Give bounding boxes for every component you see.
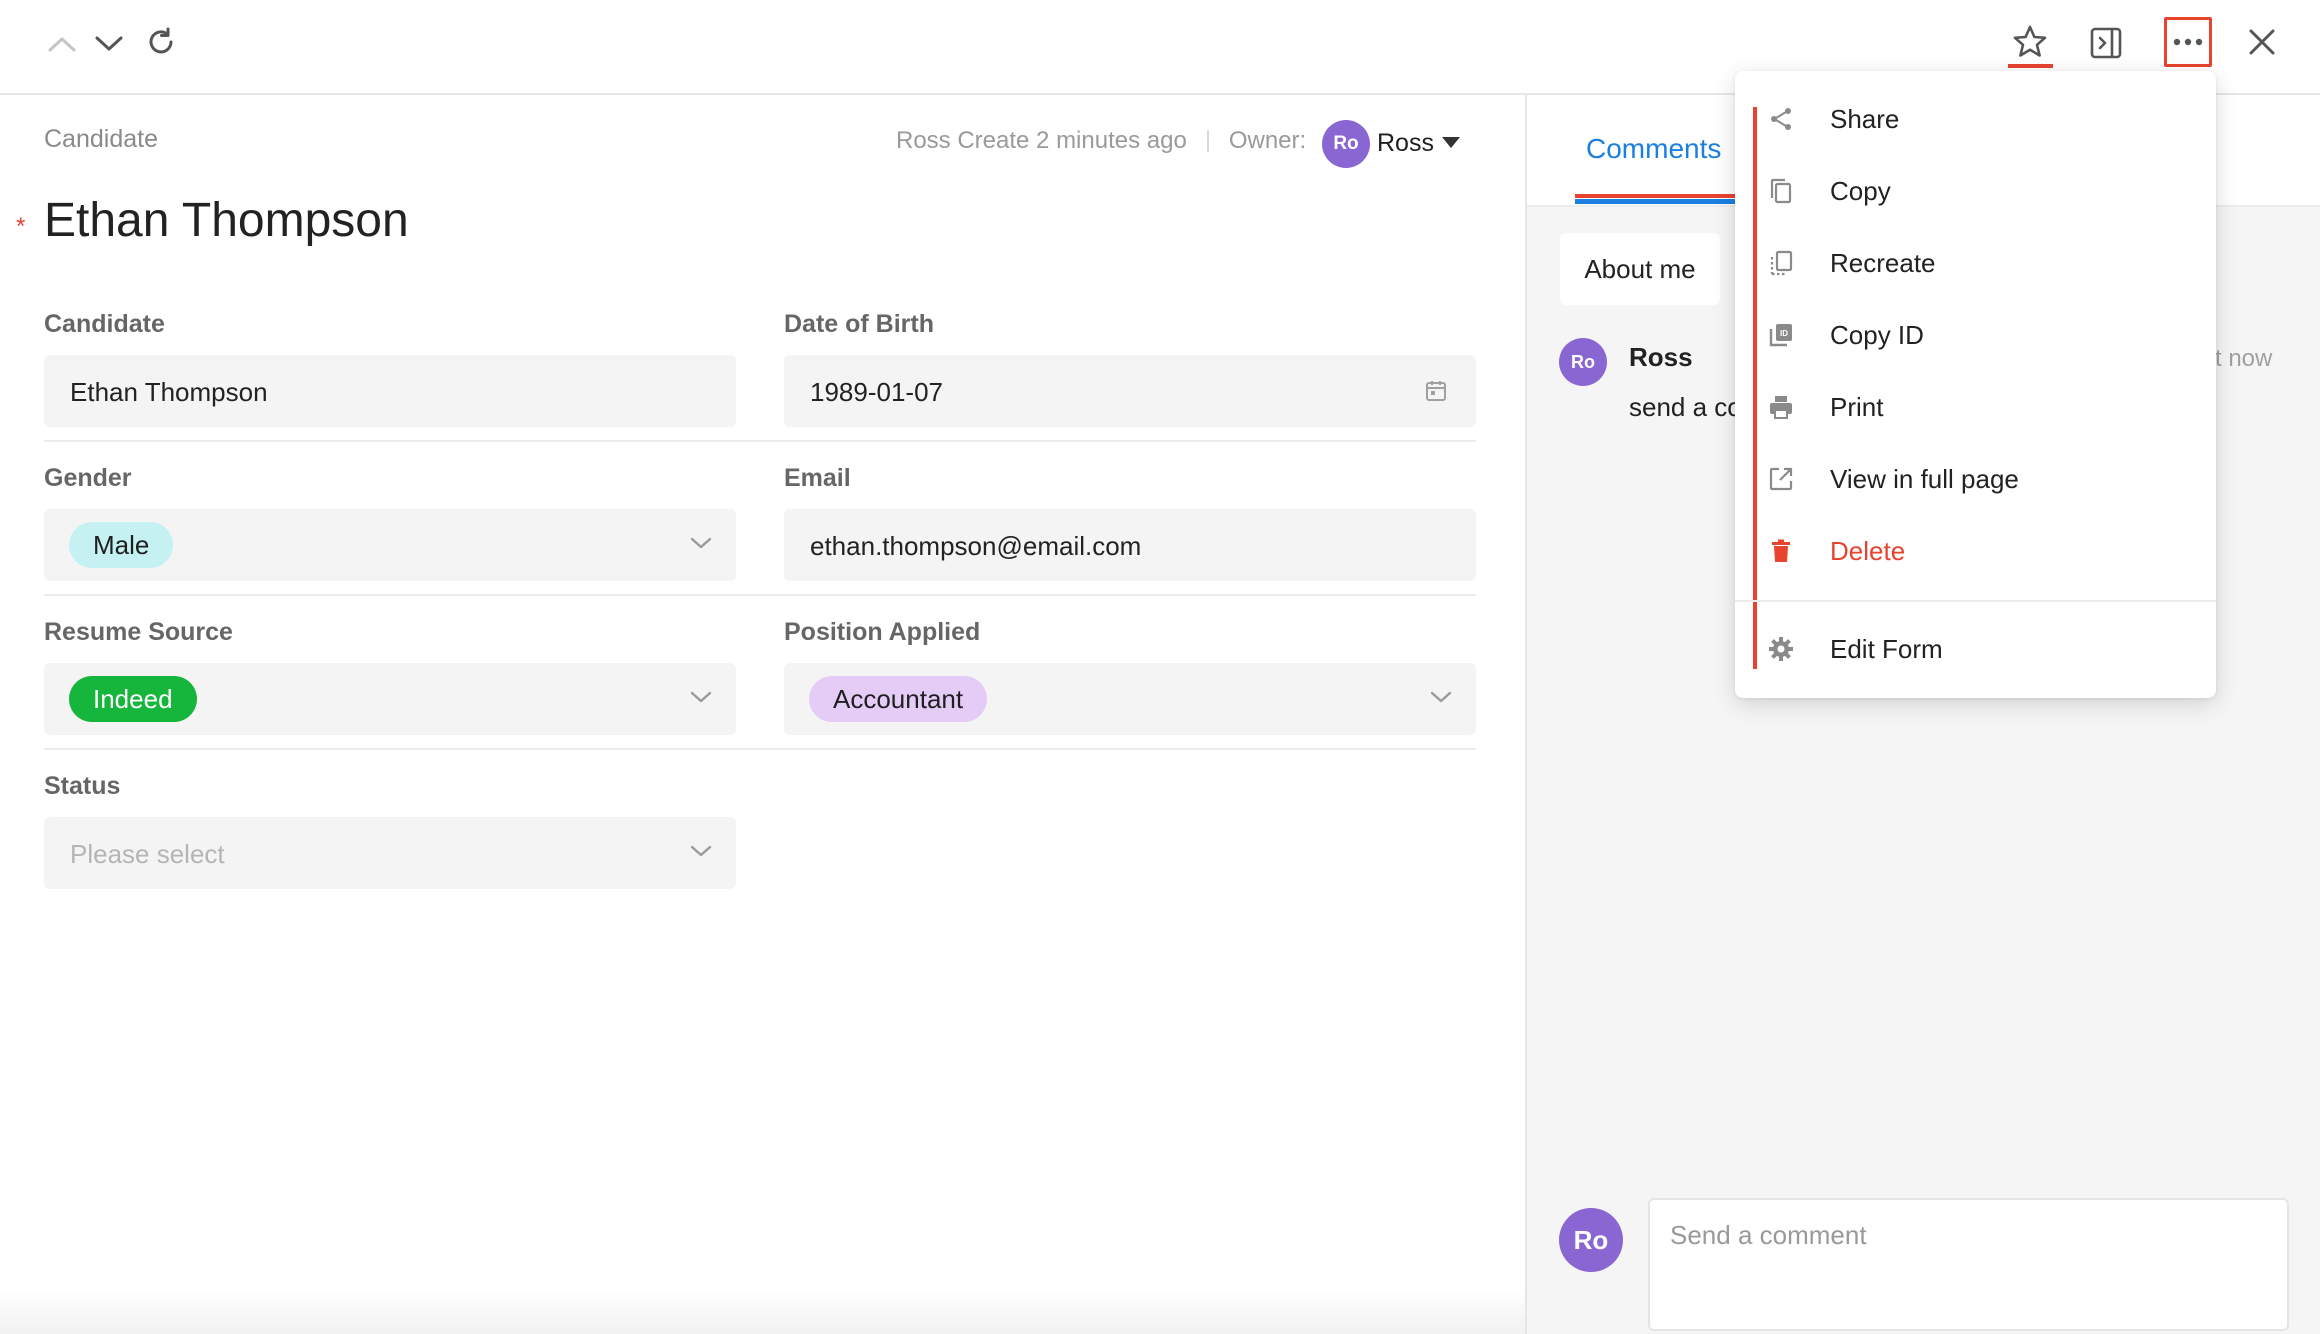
- chevron-down-icon[interactable]: [690, 689, 712, 710]
- about-me-chip[interactable]: About me: [1560, 233, 1720, 305]
- comment-input[interactable]: Send a comment: [1648, 1198, 2289, 1331]
- menu-label: View in full page: [1830, 463, 2019, 494]
- tab-active-underline: [1575, 199, 1736, 204]
- side-panel-icon[interactable]: [2086, 23, 2126, 63]
- external-link-icon: [1767, 465, 1795, 493]
- share-icon: [1767, 105, 1795, 133]
- refresh-icon[interactable]: [143, 24, 179, 60]
- resume-source-tag: Indeed: [69, 676, 197, 722]
- dob-label: Date of Birth: [784, 310, 934, 338]
- copy-icon: [1767, 177, 1795, 205]
- email-label: Email: [784, 464, 851, 492]
- comment-text: send a co: [1629, 392, 1742, 422]
- more-actions-menu: Share Copy Recreate ID Copy ID Print Vie…: [1735, 71, 2216, 698]
- menu-label: Delete: [1830, 535, 1906, 566]
- resume-source-label: Resume Source: [44, 618, 233, 646]
- gender-select[interactable]: Male: [44, 509, 736, 581]
- menu-item-edit-form[interactable]: Edit Form: [1735, 613, 2216, 685]
- menu-item-copy-id[interactable]: ID Copy ID: [1735, 299, 2216, 371]
- candidate-label: Candidate: [44, 310, 165, 338]
- trash-icon: [1767, 537, 1795, 565]
- menu-item-print[interactable]: Print: [1735, 371, 2216, 443]
- position-label: Position Applied: [784, 618, 981, 646]
- menu-item-copy[interactable]: Copy: [1735, 155, 2216, 227]
- candidate-value: Ethan Thompson: [70, 377, 268, 407]
- gear-icon: [1767, 635, 1795, 663]
- comment-author: Ross: [1629, 342, 1693, 372]
- record-form-panel: Candidate Ross Create 2 minutes ago Owne…: [0, 95, 1525, 1334]
- caret-down-icon[interactable]: [1442, 137, 1460, 148]
- chevron-up-icon[interactable]: [44, 26, 80, 62]
- candidate-field[interactable]: Ethan Thompson: [44, 355, 736, 427]
- menu-label: Recreate: [1830, 247, 1936, 278]
- page-title: Ethan Thompson: [44, 194, 409, 247]
- breadcrumb: Candidate: [44, 125, 158, 153]
- menu-item-share[interactable]: Share: [1735, 83, 2216, 155]
- gender-label: Gender: [44, 464, 132, 492]
- row-divider: [44, 748, 1476, 750]
- menu-item-delete[interactable]: Delete: [1735, 515, 2216, 587]
- more-horizontal-icon[interactable]: [2168, 22, 2208, 62]
- menu-label: Edit Form: [1830, 633, 1943, 664]
- bottom-shadow: [0, 1290, 1525, 1334]
- resume-source-select[interactable]: Indeed: [44, 663, 736, 735]
- status-placeholder: Please select: [70, 839, 225, 869]
- menu-label: Print: [1830, 391, 1884, 422]
- tab-comments[interactable]: Comments: [1586, 133, 1721, 165]
- menu-item-recreate[interactable]: Recreate: [1735, 227, 2216, 299]
- owner-name[interactable]: Ross: [1377, 129, 1434, 158]
- comment-time: t now: [2215, 345, 2273, 372]
- owner-label: Owner:: [1228, 127, 1307, 154]
- row-divider: [44, 440, 1476, 442]
- gender-tag: Male: [69, 522, 174, 568]
- row-divider: [44, 594, 1476, 596]
- svg-text:ID: ID: [1780, 329, 1788, 338]
- close-icon[interactable]: [2244, 24, 2280, 60]
- recreate-icon: [1767, 249, 1795, 277]
- menu-label: Share: [1830, 103, 1900, 134]
- owner-avatar[interactable]: Ro: [1322, 120, 1370, 168]
- star-icon[interactable]: [2010, 22, 2050, 62]
- star-highlight: [2008, 64, 2053, 68]
- calendar-icon[interactable]: [1424, 379, 1448, 408]
- meta-divider: [1206, 130, 1209, 152]
- status-label: Status: [44, 772, 121, 800]
- status-select[interactable]: Please select: [44, 817, 736, 889]
- menu-label: Copy ID: [1830, 319, 1924, 350]
- menu-item-view-full-page[interactable]: View in full page: [1735, 443, 2216, 515]
- email-value: ethan.thompson@email.com: [810, 531, 1142, 561]
- email-field[interactable]: ethan.thompson@email.com: [784, 509, 1476, 581]
- position-tag: Accountant: [809, 676, 988, 722]
- print-icon: [1767, 393, 1795, 421]
- created-info: Ross Create 2 minutes ago: [896, 127, 1187, 154]
- tab-highlight: [1575, 194, 1736, 198]
- record-meta: Ross Create 2 minutes ago Owner:: [896, 127, 1306, 155]
- avatar: Ro: [1559, 338, 1607, 386]
- required-marker: *: [16, 213, 26, 240]
- chevron-down-icon[interactable]: [91, 26, 127, 62]
- menu-label: Copy: [1830, 175, 1891, 206]
- dob-field[interactable]: 1989-01-07: [784, 355, 1476, 427]
- chevron-down-icon[interactable]: [690, 843, 712, 864]
- menu-divider: [1735, 600, 2216, 602]
- copy-id-icon: ID: [1767, 321, 1795, 349]
- position-select[interactable]: Accountant: [784, 663, 1476, 735]
- chevron-down-icon[interactable]: [690, 535, 712, 556]
- dob-value: 1989-01-07: [810, 377, 943, 407]
- avatar: Ro: [1559, 1208, 1623, 1272]
- chevron-down-icon[interactable]: [1430, 689, 1452, 710]
